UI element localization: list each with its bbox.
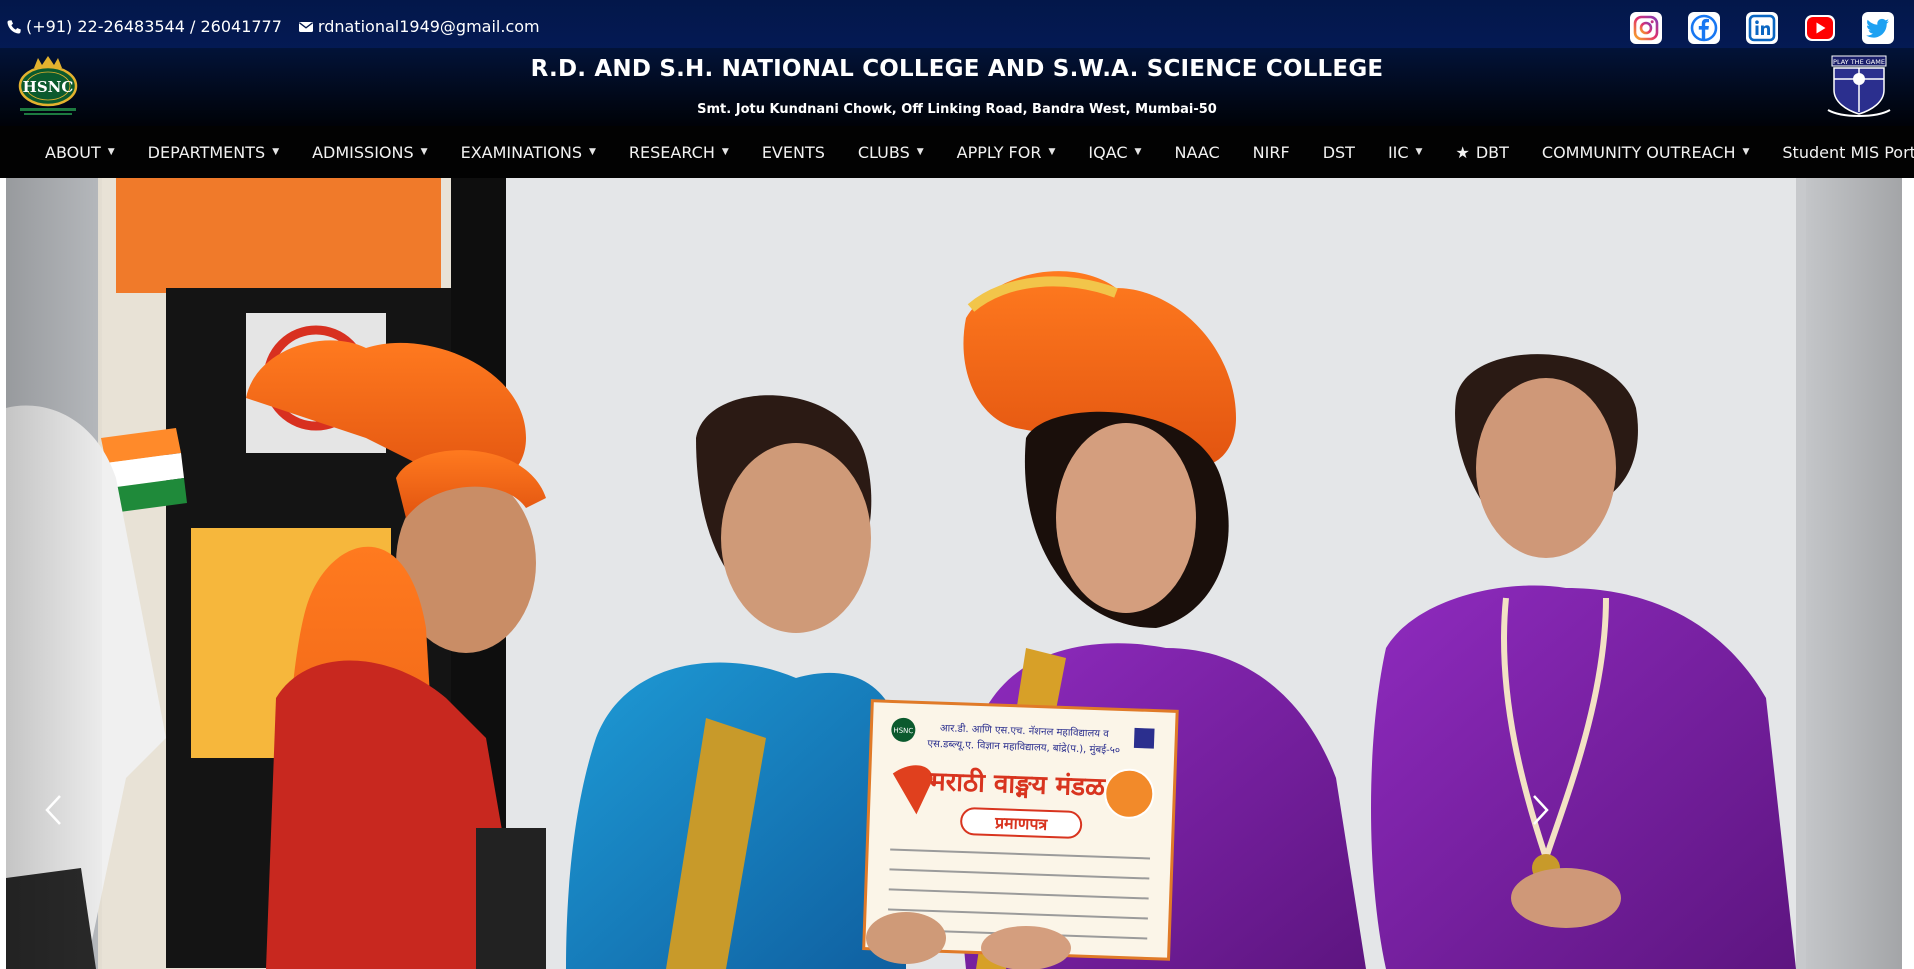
social-links xyxy=(1630,12,1894,44)
college-address: Smt. Jotu Kundnani Chowk, Off Linking Ro… xyxy=(697,102,1217,117)
caret-down-icon: ▼ xyxy=(272,147,280,157)
hero-carousel[interactable]: HSNC आर.डी. आणि एस.एच. नॅशनल महाविद्यालय… xyxy=(6,178,1902,969)
nav-item-label: RESEARCH xyxy=(628,142,715,162)
nav-item-label: EXAMINATIONS xyxy=(460,142,582,162)
nav-item-label: IQAC xyxy=(1088,142,1128,162)
nav-item-research[interactable]: RESEARCH ▼ xyxy=(629,143,729,162)
nav-item-admissions[interactable]: ADMISSIONS ▼ xyxy=(312,143,427,162)
nav-item-label: IIC xyxy=(1387,142,1409,162)
carousel-slide-image: HSNC आर.डी. आणि एस.एच. नॅशनल महाविद्यालय… xyxy=(6,178,1902,969)
nav-item-community-outreach[interactable]: COMMUNITY OUTREACH ▼ xyxy=(1542,143,1750,162)
caret-down-icon: ▼ xyxy=(107,147,115,157)
caret-down-icon: ▼ xyxy=(1742,147,1750,157)
caret-down-icon: ▼ xyxy=(916,147,924,157)
caret-down-icon: ▼ xyxy=(1048,147,1056,157)
star-icon: ★ xyxy=(1455,142,1470,162)
nav-item-naac[interactable]: NAAC xyxy=(1174,143,1219,162)
nav-item-about[interactable]: ABOUT ▼ xyxy=(45,143,115,162)
nav-item-label: DBT xyxy=(1475,142,1509,162)
phone-icon xyxy=(7,19,21,34)
college-title: R.D. AND S.H. NATIONAL COLLEGE AND S.W.A… xyxy=(530,56,1384,82)
instagram-link[interactable] xyxy=(1630,12,1662,44)
nav-item-iqac[interactable]: IQAC ▼ xyxy=(1088,143,1141,162)
linkedin-icon xyxy=(1748,14,1776,42)
chevron-left-icon xyxy=(45,795,61,825)
nav-item-label: NAAC xyxy=(1174,142,1220,162)
nav-item-label: ABOUT xyxy=(45,142,101,162)
nav-item-label: DEPARTMENTS xyxy=(147,142,266,162)
carousel-right-fade xyxy=(1806,178,1902,969)
nav-item-label: COMMUNITY OUTREACH xyxy=(1541,142,1736,162)
caret-down-icon: ▼ xyxy=(589,147,596,157)
nav-item-departments[interactable]: DEPARTMENTS ▼ xyxy=(148,143,279,162)
nav-item-clubs[interactable]: CLUBS ▼ xyxy=(858,143,924,162)
contact-info: (+91) 22-26483544 / 26041777 rdnational1… xyxy=(6,17,540,36)
nav-item-dst[interactable]: DST xyxy=(1323,143,1355,162)
certificate-logo: HSNC xyxy=(893,726,913,735)
caret-down-icon: ▼ xyxy=(420,147,428,157)
caret-down-icon: ▼ xyxy=(1134,147,1142,157)
main-navigation: ABOUT ▼ DEPARTMENTS ▼ ADMISSIONS ▼ EXAMINATION… xyxy=(0,126,1914,178)
twitter-link[interactable] xyxy=(1862,12,1894,44)
nav-item-apply-for[interactable]: APPLY FOR ▼ xyxy=(957,143,1056,162)
chevron-right-icon xyxy=(1533,795,1549,825)
youtube-link[interactable] xyxy=(1804,12,1836,44)
twitter-icon xyxy=(1866,18,1889,38)
facebook-icon xyxy=(1690,14,1718,42)
carousel-prev-button[interactable] xyxy=(34,790,74,830)
caret-down-icon: ▼ xyxy=(1415,147,1423,157)
instagram-icon xyxy=(1633,15,1659,41)
carousel-left-fade xyxy=(6,178,102,969)
nav-item-student-mis-portal[interactable]: Student MIS Portal xyxy=(1782,143,1914,162)
nav-item-label: NIRF xyxy=(1252,142,1290,162)
nav-item-label: CLUBS xyxy=(857,142,910,162)
nav-item-dbt[interactable]: ★ DBT xyxy=(1455,143,1508,162)
nav-item-iic[interactable]: IIC ▼ xyxy=(1388,143,1423,162)
nav-item-label: APPLY FOR xyxy=(956,142,1042,162)
nav-item-label: ADMISSIONS xyxy=(312,142,414,162)
phone-number[interactable]: (+91) 22-26483544 / 26041777 xyxy=(26,17,282,36)
top-contact-bar: (+91) 22-26483544 / 26041777 rdnational1… xyxy=(0,0,1914,55)
crest-motto: PLAY THE GAME xyxy=(1833,58,1885,66)
certificate-heading: मराठी वाङ्मय मंडळ xyxy=(929,766,1107,803)
nav-item-label: Student MIS Portal xyxy=(1782,142,1914,162)
facebook-link[interactable] xyxy=(1688,12,1720,44)
envelope-icon xyxy=(298,21,313,32)
nav-item-label: DST xyxy=(1322,142,1355,162)
nav-item-label: EVENTS xyxy=(761,142,825,162)
certificate-subheading: प्रमाणपत्र xyxy=(994,813,1049,834)
caret-down-icon: ▼ xyxy=(721,147,729,157)
carousel-next-button[interactable] xyxy=(1520,790,1560,830)
linkedin-link[interactable] xyxy=(1746,12,1778,44)
nav-item-events[interactable]: EVENTS xyxy=(762,143,825,162)
nav-item-nirf[interactable]: NIRF xyxy=(1253,143,1290,162)
email-address[interactable]: rdnational1949@gmail.com xyxy=(318,17,540,36)
nav-item-examinations[interactable]: EXAMINATIONS ▼ xyxy=(461,143,596,162)
youtube-icon xyxy=(1805,15,1835,41)
college-crest-logo[interactable]: PLAY THE GAME xyxy=(1824,54,1894,120)
